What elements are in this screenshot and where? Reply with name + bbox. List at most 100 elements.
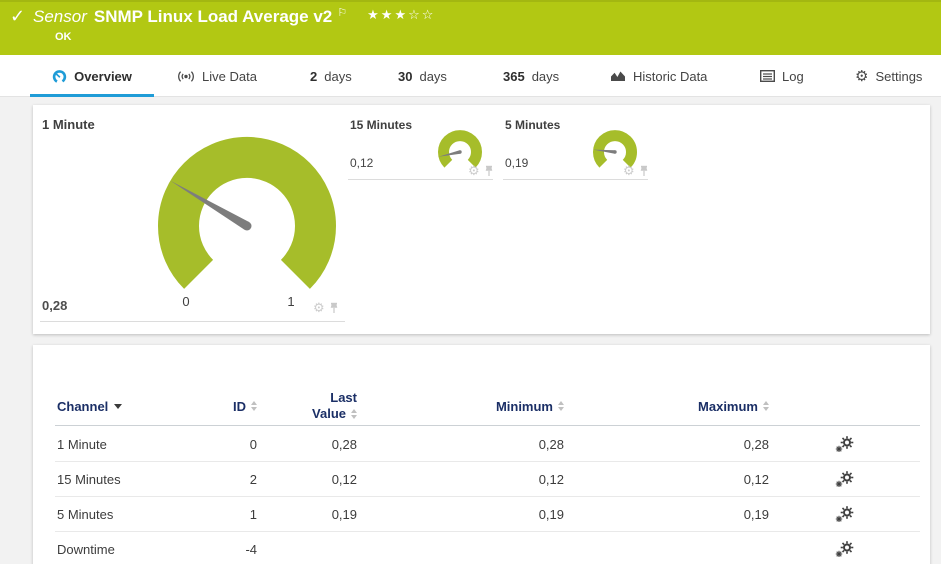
column-header-maximum[interactable]: Maximum xyxy=(564,390,769,422)
channel-name-cell[interactable]: 1 Minute xyxy=(55,437,207,452)
header-divider xyxy=(55,425,920,426)
gauge-value: 0,12 xyxy=(350,156,374,170)
tab-number: 30 xyxy=(398,68,413,84)
ok-check-icon: ✓ xyxy=(10,6,26,26)
table-row: 1 Minute 0 0,28 0,28 0,28 xyxy=(55,427,920,462)
pin-icon[interactable] xyxy=(639,165,649,177)
tab-label: days xyxy=(531,68,560,84)
sensor-title-row: Sensor SNMP Linux Load Average v2 ⚐ ★★★☆… xyxy=(33,6,435,28)
channel-settings-icon xyxy=(835,436,854,452)
gauge-actions[interactable]: ⚙ xyxy=(468,164,494,177)
tab-historic-data[interactable]: Historic Data xyxy=(610,55,707,97)
tab-live-data[interactable]: Live Data xyxy=(177,55,257,97)
tab-settings[interactable]: ⚙ Settings xyxy=(855,55,922,97)
channel-name-cell[interactable]: Downtime xyxy=(55,542,207,557)
column-label: Value xyxy=(312,406,346,421)
channels-panel: Channel ID Last Value Minimum Maximum 1 Minut… xyxy=(33,345,930,564)
prtg-sensor-page: ✓ Sensor SNMP Linux Load Average v2 ⚐ ★★… xyxy=(0,0,941,564)
historic-data-icon xyxy=(611,71,625,81)
channel-id-cell: 2 xyxy=(249,471,257,487)
maximum-cell: 0,12 xyxy=(743,471,769,487)
last-value-cell: 0,12 xyxy=(331,471,357,487)
channel-name-cell[interactable]: 15 Minutes xyxy=(55,472,207,487)
tab-log[interactable]: Log xyxy=(760,55,804,97)
channel-id-cell: 0 xyxy=(249,436,257,452)
table-body: 1 Minute 0 0,28 0,28 0,28 15 Minutes 2 0… xyxy=(55,427,920,564)
tab-label: Log xyxy=(782,68,804,84)
flag-icon[interactable]: ⚐ xyxy=(337,6,347,20)
gauge-chart xyxy=(158,137,336,289)
minimum-cell: 0,28 xyxy=(538,436,564,452)
channels-table: Channel ID Last Value Minimum Maximum 1 Minut… xyxy=(33,345,930,564)
gauge-actions[interactable]: ⚙ xyxy=(623,164,649,177)
column-header-channel[interactable]: Channel xyxy=(55,390,207,422)
sensor-title: SNMP Linux Load Average v2 xyxy=(93,7,333,26)
gauge-actions[interactable]: ⚙ xyxy=(313,301,339,314)
gear-icon[interactable]: ⚙ xyxy=(313,301,325,314)
column-header-actions xyxy=(769,390,920,422)
gauge-value: 0,19 xyxy=(505,156,529,170)
edit-channel-button[interactable] xyxy=(835,541,854,557)
gauges-panel: 1 Minute 0 1 0,28 ⚙ 15 Minutes 0,12 ⚙ 5 Minute… xyxy=(33,105,930,334)
gauge-value: 0,28 xyxy=(42,298,68,313)
tab-days-365[interactable]: 365 days xyxy=(503,55,559,97)
tab-label: Live Data xyxy=(202,68,257,84)
tab-overview[interactable]: Overview xyxy=(30,55,154,97)
minimum-cell: 0,19 xyxy=(538,506,564,522)
content-area: 1 Minute 0 1 0,28 ⚙ 15 Minutes 0,12 ⚙ 5 Minute… xyxy=(0,97,941,564)
column-label: Last xyxy=(330,390,357,405)
gauge-title: 5 Minutes xyxy=(505,118,561,132)
settings-gear-icon: ⚙ xyxy=(855,67,869,85)
gauge-scale-min: 0 xyxy=(182,294,190,309)
tab-label: days xyxy=(324,68,352,84)
channel-id-cell: 1 xyxy=(249,506,257,522)
tab-days-30[interactable]: 30 days xyxy=(398,55,447,97)
divider xyxy=(348,179,493,180)
column-header-last-value[interactable]: Last Value xyxy=(257,390,357,422)
tab-label: Historic Data xyxy=(633,68,708,84)
tab-bar: Overview Live Data 2 days 30 days 365 days Histo… xyxy=(0,55,941,97)
pin-icon[interactable] xyxy=(329,302,339,314)
sort-desc-icon xyxy=(114,403,123,409)
tab-label: days xyxy=(419,68,447,84)
minimum-cell: 0,12 xyxy=(538,471,564,487)
gauge-scale-max: 1 xyxy=(287,294,295,309)
table-row: 5 Minutes 1 0,19 0,19 0,19 xyxy=(55,497,920,532)
column-label: Minimum xyxy=(495,398,553,414)
tab-label: Settings xyxy=(875,68,923,84)
channel-settings-icon xyxy=(835,471,854,487)
tab-number: 2 xyxy=(310,68,318,84)
tab-label: Overview xyxy=(74,68,132,84)
priority-stars[interactable]: ★★★☆☆ xyxy=(367,6,435,24)
channel-name-cell[interactable]: 5 Minutes xyxy=(55,507,207,522)
live-data-icon xyxy=(178,70,194,82)
column-header-minimum[interactable]: Minimum xyxy=(357,390,564,422)
maximum-cell: 0,19 xyxy=(743,506,769,522)
column-label: ID xyxy=(233,398,246,414)
tab-days-2[interactable]: 2 days xyxy=(310,55,352,97)
table-row: Downtime -4 xyxy=(55,532,920,564)
divider xyxy=(40,321,345,322)
gauge-title: 1 Minute xyxy=(42,117,95,132)
gear-icon[interactable]: ⚙ xyxy=(623,164,635,177)
channel-settings-icon xyxy=(835,506,854,522)
maximum-cell: 0,28 xyxy=(743,436,769,452)
tab-number: 365 xyxy=(503,68,525,84)
sensor-status-banner: ✓ Sensor SNMP Linux Load Average v2 ⚐ ★★… xyxy=(0,0,941,55)
gauge-icon xyxy=(52,69,67,84)
divider xyxy=(503,179,648,180)
column-label: Maximum xyxy=(698,398,758,414)
edit-channel-button[interactable] xyxy=(835,506,854,522)
last-value-cell: 0,19 xyxy=(331,506,357,522)
gauge-title: 15 Minutes xyxy=(350,118,413,132)
object-kind-label: Sensor xyxy=(33,7,87,26)
pin-icon[interactable] xyxy=(484,165,494,177)
edit-channel-button[interactable] xyxy=(835,436,854,452)
column-header-id[interactable]: ID xyxy=(207,390,257,422)
sensor-status-text: OK xyxy=(55,31,72,43)
edit-channel-button[interactable] xyxy=(835,471,854,487)
table-row: 15 Minutes 2 0,12 0,12 0,12 xyxy=(55,462,920,497)
column-label: Channel xyxy=(57,398,109,414)
gear-icon[interactable]: ⚙ xyxy=(468,164,480,177)
channel-id-cell: -4 xyxy=(245,541,257,557)
